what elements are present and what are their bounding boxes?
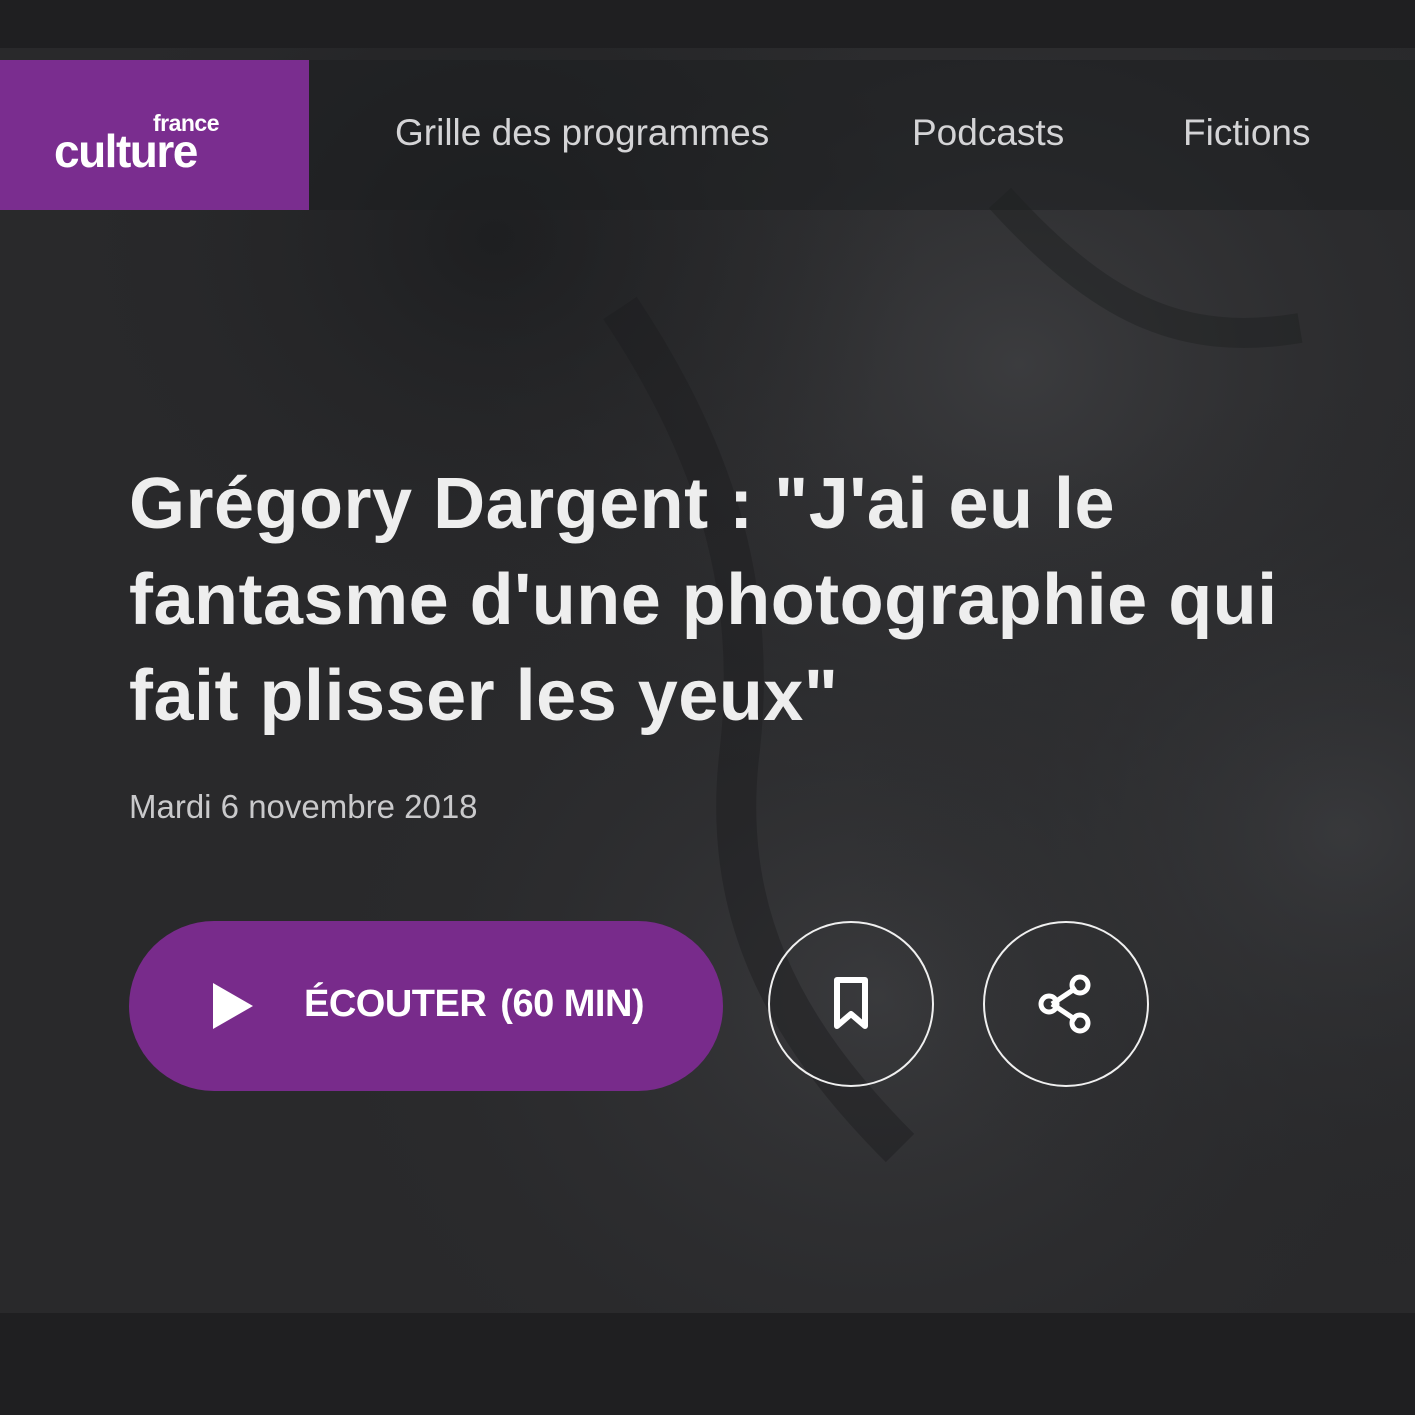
listen-duration: (60 MIN) — [500, 983, 645, 1025]
listen-text: ÉCOUTER — [304, 983, 487, 1025]
france-culture-logo[interactable]: france culture — [0, 60, 309, 210]
share-button[interactable] — [983, 921, 1149, 1087]
episode-date: Mardi 6 novembre 2018 — [129, 788, 478, 825]
nav-podcasts[interactable]: Podcasts — [912, 112, 1064, 154]
top-strip — [0, 0, 1415, 48]
hero-section: france culture Grille des programmes Pod… — [0, 48, 1415, 1313]
share-icon — [1038, 974, 1091, 1034]
bookmark-icon — [834, 977, 868, 1029]
bookmark-button[interactable] — [768, 921, 934, 1087]
nav-grille-des-programmes[interactable]: Grille des programmes — [395, 112, 769, 154]
nav-fictions[interactable]: Fictions — [1183, 112, 1310, 154]
episode-title: Grégory Dargent : "J'ai eu le fantasme d… — [129, 464, 1278, 736]
listen-button[interactable]: ÉCOUTER (60 MIN) — [129, 921, 723, 1091]
play-icon — [213, 983, 253, 1029]
listen-label: ÉCOUTER (60 MIN) — [304, 983, 645, 1026]
bottom-strip — [0, 1313, 1415, 1415]
site-header: france culture Grille des programmes Pod… — [0, 60, 1415, 210]
logo-text-big: culture — [54, 125, 198, 177]
